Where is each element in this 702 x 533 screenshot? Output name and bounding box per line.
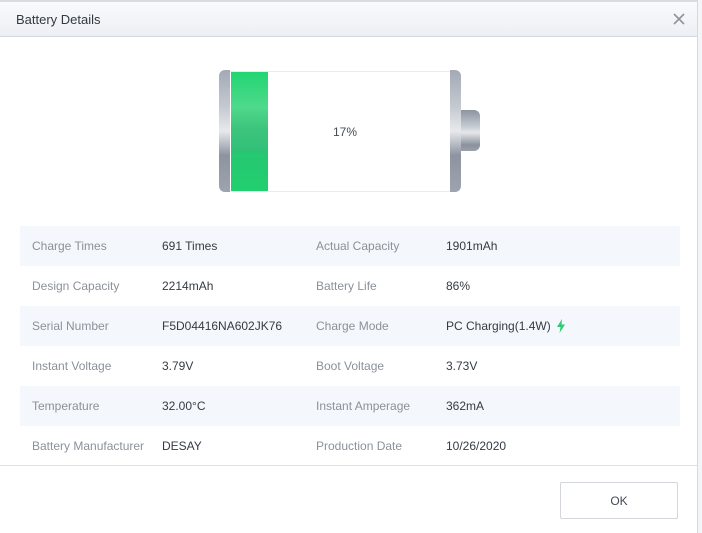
background-window-edge [697,0,702,533]
temperature-label: Temperature [32,399,100,413]
battery-life-value: 86% [446,279,471,293]
production-date-value: 10/26/2020 [446,439,507,453]
production-date-label: Production Date [316,439,403,453]
close-icon [673,13,685,25]
instant-voltage-label: Instant Voltage [32,359,112,373]
charge-times-label: Charge Times [32,239,107,253]
boot-voltage-value: 3.73V [446,359,478,373]
instant-amperage-value: 362mA [446,399,485,413]
serial-number-value: F5D04416NA602JK76 [162,319,283,333]
battery-manufacturer-label: Battery Manufacturer [32,439,145,453]
close-button[interactable] [668,8,690,30]
ok-button[interactable]: OK [560,482,678,519]
battery-manufacturer-value: DESAY [162,439,202,453]
battery-details-dialog: Battery Details 17% Charge Times 691 Tim… [0,2,697,533]
temperature-value: 32.00°C [162,399,206,413]
table-row: Serial Number F5D04416NA602JK76 Charge M… [20,306,680,346]
actual-capacity-label: Actual Capacity [316,239,400,253]
actual-capacity-value: 1901mAh [446,239,498,253]
instant-voltage-value: 3.79V [162,359,194,373]
serial-number-label: Serial Number [32,319,109,333]
design-capacity-value: 2214mAh [162,279,214,293]
dialog-title: Battery Details [16,12,101,27]
battery-graphic: 17% [219,70,481,194]
charge-mode-cell: PC Charging(1.4W) [446,306,566,346]
battery-life-label: Battery Life [316,279,377,293]
table-row: Instant Voltage 3.79V Boot Voltage 3.73V [20,346,680,386]
table-row: Temperature 32.00°C Instant Amperage 362… [20,386,680,426]
battery-info-table: Charge Times 691 Times Actual Capacity 1… [20,226,680,466]
instant-amperage-label: Instant Amperage [316,399,411,413]
boot-voltage-label: Boot Voltage [316,359,385,373]
table-row: Battery Manufacturer DESAY Production Da… [20,426,680,466]
charge-mode-value: PC Charging(1.4W) [446,319,551,333]
table-row: Charge Times 691 Times Actual Capacity 1… [20,226,680,266]
table-row: Design Capacity 2214mAh Battery Life 86% [20,266,680,306]
design-capacity-label: Design Capacity [32,279,120,293]
battery-percent-label: 17% [332,125,358,139]
lightning-bolt-icon [556,318,565,333]
charge-times-value: 691 Times [162,239,218,253]
footer-divider [0,465,697,466]
dialog-titlebar[interactable]: Battery Details [0,2,697,37]
charge-mode-label: Charge Mode [316,319,389,333]
